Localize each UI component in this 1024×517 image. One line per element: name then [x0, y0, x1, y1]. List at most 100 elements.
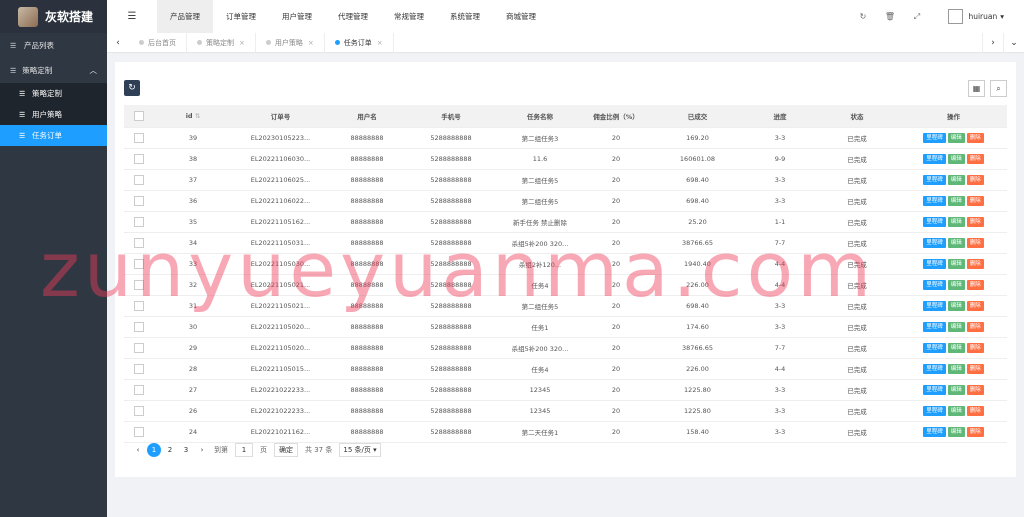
delete-button[interactable]: 删除 [966, 385, 984, 395]
edit-button[interactable]: 编辑 [947, 175, 965, 185]
row-checkbox[interactable] [124, 190, 154, 212]
delete-button[interactable]: 删除 [966, 280, 984, 290]
milestone-button[interactable]: 里程碑 [923, 259, 946, 269]
row-checkbox[interactable] [124, 337, 154, 359]
prev-page-icon[interactable]: ‹ [131, 443, 145, 457]
edit-button[interactable]: 编辑 [947, 364, 965, 374]
next-page-icon[interactable]: › [195, 443, 209, 457]
milestone-button[interactable]: 里程碑 [923, 427, 946, 437]
goto-page-input[interactable]: 1 [235, 443, 253, 457]
brand-logo[interactable]: 灰软搭建 [0, 0, 107, 33]
milestone-button[interactable]: 里程碑 [923, 406, 946, 416]
page-size-select[interactable]: 15 条/页 ▾ [339, 443, 381, 457]
edit-button[interactable]: 编辑 [947, 217, 965, 227]
milestone-button[interactable]: 里程碑 [923, 385, 946, 395]
tabs-left-icon[interactable]: ‹ [107, 38, 129, 48]
topnav-agents[interactable]: 代理管理 [325, 0, 381, 33]
select-all-checkbox[interactable] [124, 105, 154, 128]
row-checkbox[interactable] [124, 274, 154, 296]
trash-icon[interactable]: 🗑 [876, 12, 903, 21]
tab-user-strategy[interactable]: 用户策略 × [256, 33, 325, 52]
submenu-item-strategy-custom[interactable]: ☰ 策略定制 [0, 83, 107, 104]
close-icon[interactable]: × [308, 39, 314, 47]
delete-button[interactable]: 删除 [966, 217, 984, 227]
row-checkbox[interactable] [124, 211, 154, 233]
delete-button[interactable]: 删除 [966, 196, 984, 206]
row-checkbox[interactable] [124, 127, 154, 149]
goto-confirm-button[interactable]: 确定 [274, 443, 298, 457]
delete-button[interactable]: 删除 [966, 427, 984, 437]
edit-button[interactable]: 编辑 [947, 280, 965, 290]
delete-button[interactable]: 删除 [966, 259, 984, 269]
row-checkbox[interactable] [124, 358, 154, 380]
sidebar-item-strategy[interactable]: ☰ 策略定制 ︿ [0, 58, 107, 83]
edit-button[interactable]: 编辑 [947, 343, 965, 353]
row-checkbox[interactable] [124, 169, 154, 191]
row-checkbox[interactable] [124, 295, 154, 317]
milestone-button[interactable]: 里程碑 [923, 364, 946, 374]
row-checkbox[interactable] [124, 400, 154, 422]
topnav-system[interactable]: 系统管理 [437, 0, 493, 33]
columns-icon[interactable]: ▦ [968, 80, 985, 97]
page-2[interactable]: 2 [163, 443, 177, 457]
edit-button[interactable]: 编辑 [947, 301, 965, 311]
milestone-button[interactable]: 里程碑 [923, 238, 946, 248]
topnav-orders[interactable]: 订单管理 [213, 0, 269, 33]
milestone-button[interactable]: 里程碑 [923, 196, 946, 206]
milestone-button[interactable]: 里程碑 [923, 322, 946, 332]
page-1[interactable]: 1 [147, 443, 161, 457]
topnav-products[interactable]: 产品管理 [157, 0, 213, 33]
edit-button[interactable]: 编辑 [947, 322, 965, 332]
row-checkbox[interactable] [124, 232, 154, 254]
delete-button[interactable]: 删除 [966, 154, 984, 164]
delete-button[interactable]: 删除 [966, 406, 984, 416]
milestone-button[interactable]: 里程碑 [923, 280, 946, 290]
delete-button[interactable]: 删除 [966, 175, 984, 185]
edit-button[interactable]: 编辑 [947, 196, 965, 206]
topnav-mall[interactable]: 商城管理 [493, 0, 549, 33]
edit-button[interactable]: 编辑 [947, 238, 965, 248]
milestone-button[interactable]: 里程碑 [923, 133, 946, 143]
tab-task-orders[interactable]: 任务订单 × [325, 33, 394, 52]
delete-button[interactable]: 删除 [966, 301, 984, 311]
refresh-button[interactable]: ↻ [124, 80, 140, 96]
edit-button[interactable]: 编辑 [947, 259, 965, 269]
row-checkbox[interactable] [124, 379, 154, 401]
edit-button[interactable]: 编辑 [947, 406, 965, 416]
row-checkbox[interactable] [124, 253, 154, 275]
milestone-button[interactable]: 里程碑 [923, 175, 946, 185]
close-icon[interactable]: × [239, 39, 245, 47]
refresh-icon[interactable]: ↻ [849, 12, 876, 21]
fullscreen-icon[interactable]: ⤢ [903, 12, 930, 22]
sidebar-item-products[interactable]: ☰ 产品列表 [0, 33, 107, 58]
topnav-general[interactable]: 常规管理 [381, 0, 437, 33]
search-icon[interactable]: ⌕ [990, 80, 1007, 97]
milestone-button[interactable]: 里程碑 [923, 301, 946, 311]
milestone-button[interactable]: 里程碑 [923, 343, 946, 353]
column-header[interactable]: id ⇅ [154, 105, 232, 128]
delete-button[interactable]: 删除 [966, 343, 984, 353]
edit-button[interactable]: 编辑 [947, 133, 965, 143]
delete-button[interactable]: 删除 [966, 133, 984, 143]
milestone-button[interactable]: 里程碑 [923, 154, 946, 164]
close-icon[interactable]: × [377, 39, 383, 47]
edit-button[interactable]: 编辑 [947, 154, 965, 164]
tab-strategy-custom[interactable]: 策略定制 × [187, 33, 256, 52]
topnav-users[interactable]: 用户管理 [269, 0, 325, 33]
chevron-down-icon[interactable]: ⌄ [1003, 33, 1024, 52]
menu-toggle-icon[interactable]: ☰ [107, 11, 157, 22]
milestone-button[interactable]: 里程碑 [923, 217, 946, 227]
page-3[interactable]: 3 [179, 443, 193, 457]
tab-home[interactable]: 后台首页 [129, 33, 187, 52]
delete-button[interactable]: 删除 [966, 364, 984, 374]
submenu-item-user-strategy[interactable]: ☰ 用户策略 [0, 104, 107, 125]
user-menu[interactable]: huiruan ▾ [948, 9, 1004, 24]
row-checkbox[interactable] [124, 316, 154, 338]
row-checkbox[interactable] [124, 421, 154, 443]
row-checkbox[interactable] [124, 148, 154, 170]
submenu-item-task-orders[interactable]: ☰ 任务订单 [0, 125, 107, 146]
delete-button[interactable]: 删除 [966, 238, 984, 248]
edit-button[interactable]: 编辑 [947, 427, 965, 437]
delete-button[interactable]: 删除 [966, 322, 984, 332]
edit-button[interactable]: 编辑 [947, 385, 965, 395]
